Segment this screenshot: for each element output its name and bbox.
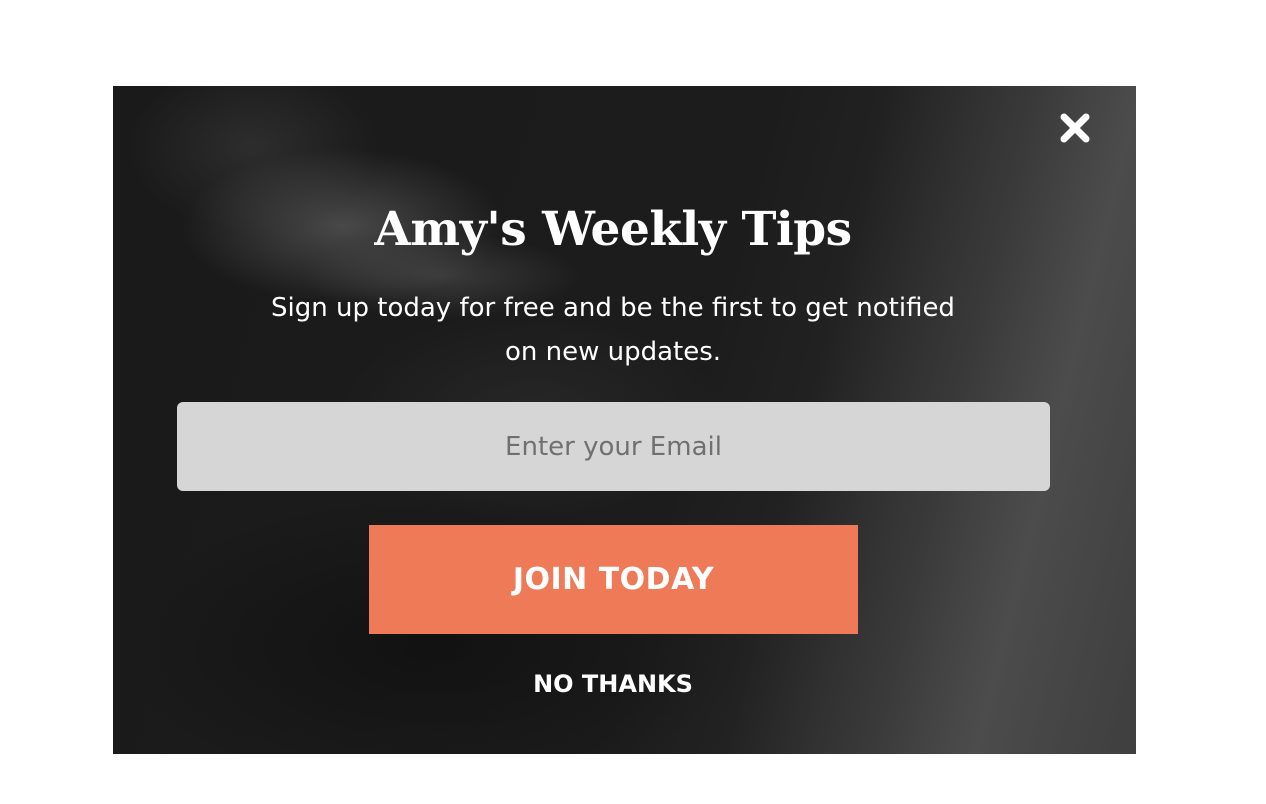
popup-title: Amy's Weekly Tips (374, 202, 852, 257)
no-thanks-link[interactable]: NO THANKS (463, 666, 763, 702)
email-input[interactable] (177, 402, 1050, 491)
page: Amy's Weekly Tips Sign up today for free… (0, 0, 1266, 804)
close-button[interactable] (1053, 106, 1097, 150)
popup-subtitle: Sign up today for free and be the first … (271, 293, 955, 367)
join-today-button[interactable]: JOIN TODAY (369, 525, 858, 634)
close-icon (1059, 112, 1091, 144)
signup-popup: Amy's Weekly Tips Sign up today for free… (113, 86, 1136, 754)
